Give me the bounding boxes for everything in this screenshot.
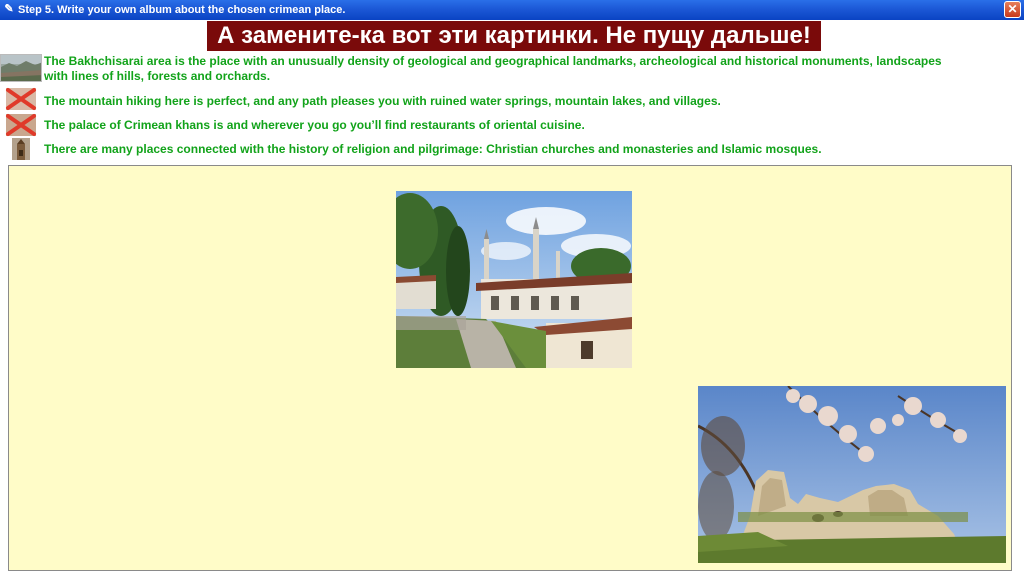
church-thumbnail[interactable] [12, 138, 30, 160]
khan-palace-photo[interactable] [396, 191, 632, 368]
row-text-palace: The palace of Crimean khans is and where… [44, 118, 585, 132]
cave-city-rocks-photo[interactable] [698, 386, 1006, 563]
album-canvas[interactable] [8, 165, 1012, 571]
window-titlebar: ✎ Step 5. Write your own album about the… [0, 0, 1024, 20]
row-text-landmarks: The Bakhchisarai area is the place with … [44, 54, 942, 83]
close-button[interactable]: ✕ [1004, 1, 1021, 18]
window-title: Step 5. Write your own album about the c… [18, 4, 346, 16]
landscape-thumbnail[interactable] [0, 54, 42, 82]
row-text-religion: There are many places connected with the… [44, 142, 822, 156]
app-icon: ✎ [4, 3, 14, 15]
warning-banner: А замените-ка вот эти картинки. Не пущу … [207, 21, 821, 51]
row-text-hiking: The mountain hiking here is perfect, and… [44, 94, 721, 108]
broken-image-icon[interactable] [4, 86, 38, 112]
broken-image-icon[interactable] [4, 112, 38, 138]
